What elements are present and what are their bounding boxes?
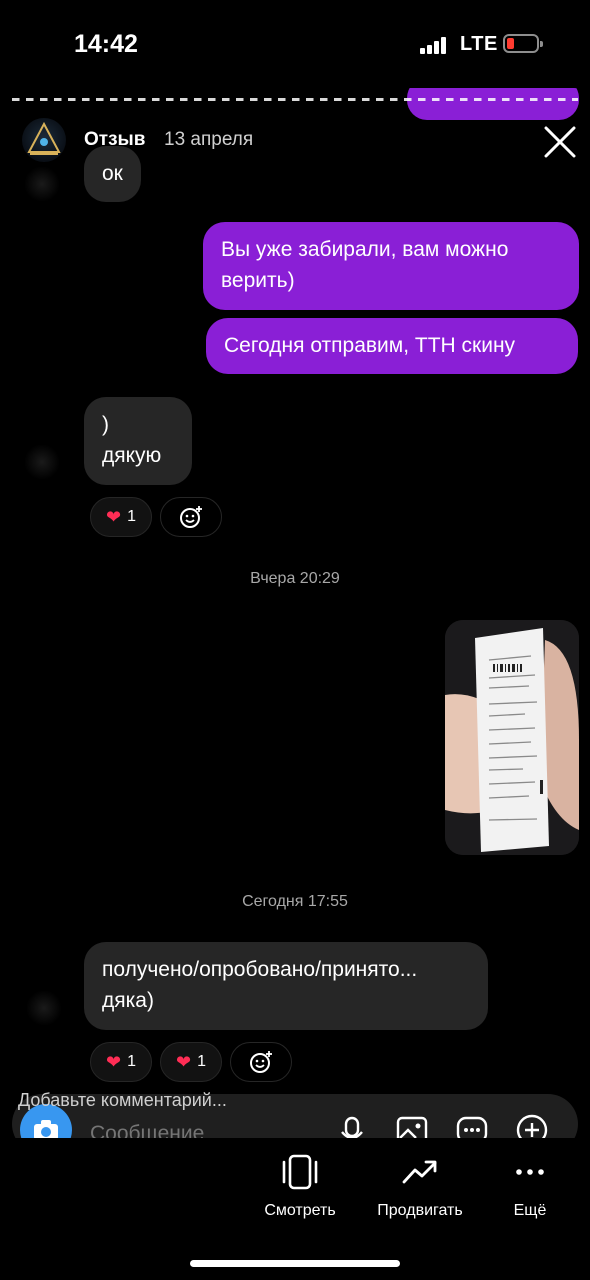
gallery-icon[interactable] [394,1112,430,1138]
reaction-heart[interactable]: ❤ 1 [90,1042,152,1082]
story-view[interactable]: Отзыв 13 апреля ок Вы уже забирали, вам … [0,88,590,1138]
battery-icon [503,34,543,53]
heart-icon: ❤ [176,1051,192,1072]
message-text: получено/опробовано/принято... [102,958,418,981]
emoji-add-icon [250,1051,272,1073]
camera-icon [34,1120,58,1138]
signal-icon [420,36,450,54]
reaction-heart[interactable]: ❤ 1 [90,497,152,537]
promote-label: Продвигать [377,1202,463,1219]
reaction-count: 1 [197,1053,206,1070]
status-bar: 14:42 LTE [0,0,590,88]
reaction-count: 1 [127,508,136,525]
story-progress-bar [12,98,578,101]
watch-button[interactable]: Смотреть [240,1152,360,1220]
network-type: LTE [460,33,498,55]
avatar[interactable] [22,118,66,162]
message-outgoing[interactable]: Сегодня отправим, ТТН скину [206,318,578,374]
promote-button[interactable]: Продвигать [360,1152,480,1220]
status-time: 14:42 [74,30,138,58]
message-input[interactable] [90,1122,310,1138]
message-text: Сегодня отправим, ТТН скину [224,334,516,357]
message-incoming[interactable]: ) дякую [84,397,192,485]
photo-message[interactable] [445,620,579,855]
message-outgoing[interactable]: Вы уже забирали, вам можно верить) [203,222,579,310]
reaction-heart[interactable]: ❤ 1 [160,1042,222,1082]
timestamp: Сегодня 17:55 [242,893,348,910]
trending-up-icon [402,1160,437,1184]
watch-label: Смотреть [264,1202,336,1219]
plus-icon[interactable] [514,1112,550,1138]
home-indicator[interactable] [190,1260,400,1267]
comment-label: Добавьте комментарий... [18,1090,227,1110]
message-incoming[interactable]: ок [84,146,141,202]
emoji-add-icon [180,506,202,528]
outgoing-bubble-partial [407,88,579,120]
message-text: верить) [221,269,295,292]
sender-avatar [24,444,60,480]
message-text: дякую [102,444,162,467]
views-icon [282,1154,318,1190]
message-text: ок [102,162,123,185]
sender-avatar [24,166,60,202]
add-reaction-button[interactable] [230,1042,292,1082]
bottom-action-bar: Смотреть Продвигать Ещё [0,1138,590,1280]
timestamp: Вчера 20:29 [250,570,340,587]
sender-avatar [26,990,62,1026]
add-reaction-button[interactable] [160,497,222,537]
message-text: Вы уже забирали, вам можно [221,238,509,261]
receipt-photo-image [445,620,579,855]
heart-icon: ❤ [106,506,122,527]
more-button[interactable]: Ещё [470,1152,590,1220]
message-incoming[interactable]: получено/опробовано/принято... дяка) [84,942,488,1030]
more-icon [516,1169,544,1175]
sticker-icon[interactable] [454,1112,490,1138]
more-label: Ещё [513,1202,547,1219]
message-text: ) [102,413,109,436]
close-icon[interactable] [540,122,580,162]
story-date: 13 апреля [164,129,254,150]
microphone-icon[interactable] [334,1112,370,1138]
message-text: дяка) [102,989,154,1012]
reaction-count: 1 [127,1053,136,1070]
heart-icon: ❤ [106,1051,122,1072]
